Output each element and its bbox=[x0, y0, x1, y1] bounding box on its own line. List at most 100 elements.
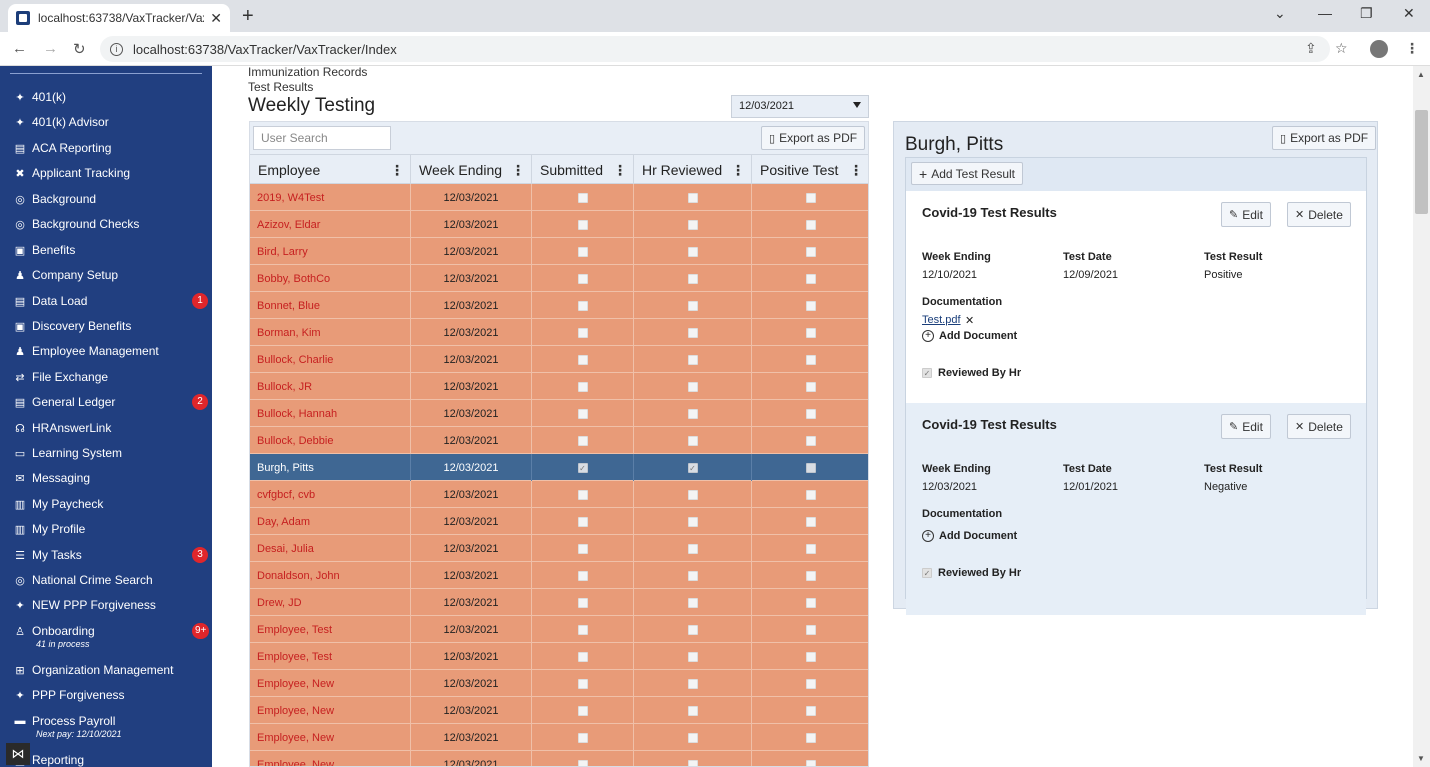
sidebar-item[interactable]: ⊞ Organization Management bbox=[0, 659, 212, 681]
document-link[interactable]: Test.pdf bbox=[922, 314, 961, 326]
hr-checkbox[interactable] bbox=[687, 705, 698, 716]
scrollbar-thumb[interactable] bbox=[1415, 110, 1428, 214]
table-row[interactable]: Bonnet, Blue 12/03/2021 bbox=[250, 292, 868, 319]
sidebar-item[interactable]: ✦ PPP Forgiveness bbox=[0, 684, 212, 706]
sidebar-item[interactable]: ▣ Benefits bbox=[0, 239, 212, 261]
sidebar-item[interactable]: ♟ Company Setup bbox=[0, 264, 212, 286]
column-header[interactable]: Submitted ⋮ bbox=[532, 155, 634, 185]
table-row[interactable]: Employee, Test 12/03/2021 bbox=[250, 616, 868, 643]
week-ending-select[interactable]: 12/03/2021 bbox=[731, 95, 869, 118]
grid-export-pdf-button[interactable]: ▯ Export as PDF bbox=[761, 126, 866, 150]
positive-checkbox[interactable] bbox=[806, 516, 816, 527]
profile-avatar-icon[interactable] bbox=[1370, 40, 1388, 58]
sidebar-item[interactable]: ▥ My Paycheck bbox=[0, 493, 212, 515]
positive-checkbox[interactable] bbox=[806, 246, 816, 257]
forward-icon[interactable]: → bbox=[43, 40, 58, 57]
bookmark-star-icon[interactable]: ☆ bbox=[1335, 40, 1348, 57]
sidebar-item[interactable]: ☊ HRAnswerLink bbox=[0, 417, 212, 439]
table-row[interactable]: Bobby, BothCo 12/03/2021 bbox=[250, 265, 868, 292]
submitted-checkbox[interactable] bbox=[577, 516, 588, 527]
submitted-checkbox[interactable] bbox=[577, 489, 588, 500]
hr-checkbox[interactable] bbox=[687, 732, 698, 743]
submitted-checkbox[interactable] bbox=[577, 354, 588, 365]
column-header[interactable]: Hr Reviewed ⋮ bbox=[634, 155, 752, 185]
edit-button[interactable]: ✎ Edit bbox=[1221, 414, 1271, 439]
hr-checkbox[interactable] bbox=[687, 570, 698, 581]
detail-export-pdf-button[interactable]: ▯ Export as PDF bbox=[1272, 126, 1377, 150]
table-row[interactable]: 2019, W4Test 12/03/2021 bbox=[250, 184, 868, 211]
visual-studio-icon[interactable]: ⋈ bbox=[6, 743, 30, 765]
submitted-checkbox[interactable] bbox=[577, 597, 588, 608]
sidebar-item[interactable]: ▣ Discovery Benefits bbox=[0, 315, 212, 337]
positive-checkbox[interactable] bbox=[806, 381, 816, 392]
hr-checkbox[interactable] bbox=[687, 678, 698, 689]
submitted-checkbox[interactable] bbox=[577, 624, 588, 635]
edit-button[interactable]: ✎ Edit bbox=[1221, 202, 1271, 227]
hr-checkbox[interactable] bbox=[687, 516, 698, 527]
hr-checkbox[interactable] bbox=[687, 543, 698, 554]
sidebar-item[interactable]: ♙ Onboarding 9+ bbox=[0, 620, 212, 642]
submitted-checkbox[interactable]: ✓ bbox=[577, 462, 588, 473]
column-menu-icon[interactable]: ⋮ bbox=[731, 162, 745, 179]
submitted-checkbox[interactable] bbox=[577, 219, 588, 230]
browser-menu-icon[interactable]: ⋮ bbox=[1405, 40, 1419, 57]
table-row[interactable]: Burgh, Pitts 12/03/2021 ✓ ✓ bbox=[250, 454, 868, 481]
tab-search-icon[interactable]: ⌄ bbox=[1274, 5, 1286, 22]
submitted-checkbox[interactable] bbox=[577, 678, 588, 689]
hr-checkbox[interactable]: ✓ bbox=[687, 462, 698, 473]
hr-checkbox[interactable] bbox=[687, 408, 698, 419]
sidebar-item[interactable]: ⇄ File Exchange bbox=[0, 366, 212, 388]
submitted-checkbox[interactable] bbox=[577, 408, 588, 419]
submitted-checkbox[interactable] bbox=[577, 543, 588, 554]
submitted-checkbox[interactable] bbox=[577, 300, 588, 311]
sidebar-item[interactable]: ▦Reporting bbox=[0, 749, 212, 767]
add-document-button[interactable]: + Add Document bbox=[922, 330, 1017, 342]
new-tab-icon[interactable]: + bbox=[242, 5, 254, 28]
submitted-checkbox[interactable] bbox=[577, 327, 588, 338]
positive-checkbox[interactable] bbox=[806, 543, 816, 554]
hr-checkbox[interactable] bbox=[687, 354, 698, 365]
table-row[interactable]: Day, Adam 12/03/2021 bbox=[250, 508, 868, 535]
delete-button[interactable]: ✕ Delete bbox=[1287, 202, 1351, 227]
sidebar-item[interactable]: ◎ Background bbox=[0, 188, 212, 210]
hr-checkbox[interactable] bbox=[687, 381, 698, 392]
sidebar-item[interactable]: ✦ NEW PPP Forgiveness bbox=[0, 594, 212, 616]
hr-checkbox[interactable] bbox=[687, 489, 698, 500]
column-menu-icon[interactable]: ⋮ bbox=[849, 162, 863, 179]
table-row[interactable]: Azizov, Eldar 12/03/2021 bbox=[250, 211, 868, 238]
positive-checkbox[interactable] bbox=[806, 192, 816, 203]
maximize-icon[interactable]: ❐ bbox=[1360, 5, 1373, 22]
positive-checkbox[interactable] bbox=[806, 597, 816, 608]
table-row[interactable]: Bullock, Charlie 12/03/2021 bbox=[250, 346, 868, 373]
table-row[interactable]: Bullock, JR 12/03/2021 bbox=[250, 373, 868, 400]
submitted-checkbox[interactable] bbox=[577, 759, 588, 766]
table-row[interactable]: Drew, JD 12/03/2021 bbox=[250, 589, 868, 616]
table-row[interactable]: Employee, New 12/03/2021 bbox=[250, 670, 868, 697]
add-test-result-button[interactable]: + Add Test Result bbox=[911, 162, 1024, 185]
table-row[interactable]: Borman, Kim 12/03/2021 bbox=[250, 319, 868, 346]
site-info-icon[interactable]: i bbox=[110, 42, 123, 56]
submitted-checkbox[interactable] bbox=[577, 651, 588, 662]
hr-checkbox[interactable] bbox=[687, 273, 698, 284]
positive-checkbox[interactable] bbox=[806, 435, 816, 446]
hr-checkbox[interactable] bbox=[687, 219, 698, 230]
submitted-checkbox[interactable] bbox=[577, 192, 588, 203]
positive-checkbox[interactable] bbox=[806, 624, 816, 635]
table-row[interactable]: Employee, Test 12/03/2021 bbox=[250, 643, 868, 670]
positive-checkbox[interactable] bbox=[806, 300, 816, 311]
positive-checkbox[interactable] bbox=[806, 678, 816, 689]
submitted-checkbox[interactable] bbox=[577, 570, 588, 581]
hr-checkbox[interactable] bbox=[687, 651, 698, 662]
sidebar-item[interactable]: ✉ Messaging bbox=[0, 467, 212, 489]
table-row[interactable]: Desai, Julia 12/03/2021 bbox=[250, 535, 868, 562]
submitted-checkbox[interactable] bbox=[577, 381, 588, 392]
sidebar-item[interactable]: ◎ National Crime Search bbox=[0, 569, 212, 591]
sidebar-item[interactable]: ▭ Learning System bbox=[0, 442, 212, 464]
add-document-button[interactable]: + Add Document bbox=[922, 530, 1017, 542]
table-row[interactable]: Employee, New 12/03/2021 bbox=[250, 724, 868, 751]
positive-checkbox[interactable] bbox=[806, 273, 816, 284]
table-row[interactable]: cvfgbcf, cvb 12/03/2021 bbox=[250, 481, 868, 508]
hr-checkbox[interactable] bbox=[687, 192, 698, 203]
submitted-checkbox[interactable] bbox=[577, 273, 588, 284]
hr-checkbox[interactable] bbox=[687, 300, 698, 311]
